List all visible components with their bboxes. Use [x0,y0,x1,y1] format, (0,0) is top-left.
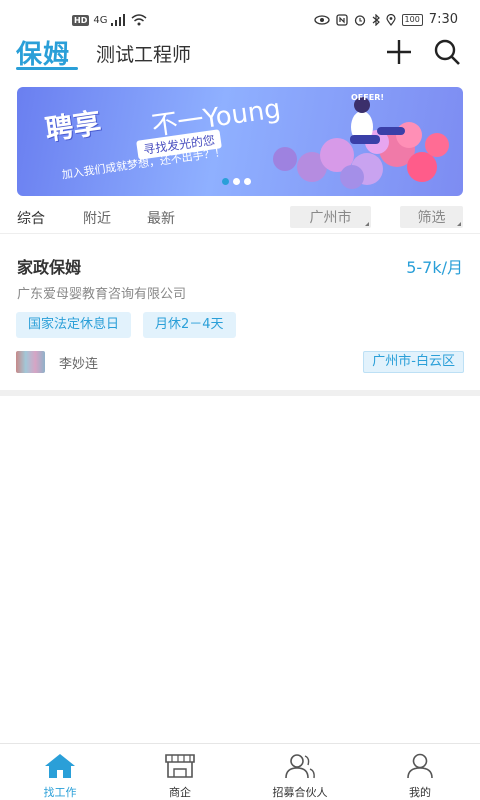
job-salary: 5-7k/月 [406,258,463,277]
home-icon [45,754,75,778]
eye-icon [313,14,330,25]
app-header: 保姆 测试工程师 [0,34,480,70]
job-tag: 国家法定休息日 [16,312,132,338]
page-title: 测试工程师 [96,44,192,66]
network-label: 4G [93,14,108,26]
location-badge: 广州市-白云区 [363,351,464,373]
logo-underline [16,67,78,70]
store-icon [165,754,195,778]
nfc-icon [335,13,348,26]
job-card[interactable]: 家政保姆 5-7k/月 广东爱母婴教育咨询有限公司 国家法定休息日 月休2－4天… [0,238,480,390]
status-right: 100 7:30 [313,12,458,27]
nav-label: 找工作 [43,786,77,799]
bluetooth-icon [372,13,380,26]
city-filter-label: 广州市 [309,210,352,226]
tab-latest[interactable]: 最新 [147,208,175,228]
city-filter-dropdown[interactable]: 广州市 [290,206,371,228]
dropdown-triangle-icon [457,222,461,226]
company-name: 广东爱母婴教育咨询有限公司 [17,287,187,302]
recruiter-name: 李妙连 [59,356,99,372]
add-button[interactable] [383,36,415,68]
nav-label: 我的 [409,786,431,799]
filter-bar: 综合 附近 最新 广州市 筛选 [0,204,480,234]
battery-icon: 100 [401,13,423,26]
carousel-dot-1[interactable] [222,178,229,185]
search-button[interactable] [431,36,463,68]
profile-icon [407,753,433,779]
nav-business[interactable]: 商企 [120,750,240,800]
dropdown-triangle-icon [365,222,369,226]
avatar [16,351,45,373]
banner-offer-badge: OFFER! [351,93,385,102]
status-time: 7:30 [428,12,458,27]
filter-button-label: 筛选 [417,210,446,226]
recruiter-info: 李妙连 [16,351,98,373]
carousel-dots [222,178,251,185]
promo-banner[interactable]: 聘享 不一Young 寻找发光的您 加入我们成就梦想，还不出手？！ OFFER! [17,87,463,196]
nav-label: 商企 [169,786,191,799]
nav-profile[interactable]: 我的 [360,750,480,800]
filter-button[interactable]: 筛选 [400,206,463,228]
nav-label: 招募合伙人 [272,786,328,799]
signal-icon [111,14,126,26]
hd-badge: HD [72,14,90,26]
job-title: 家政保姆 [17,258,82,277]
search-icon [434,39,460,65]
carousel-dot-3[interactable] [244,178,251,185]
wifi-icon [131,14,147,26]
nav-recruit-partners[interactable]: 招募合伙人 [240,750,360,800]
carousel-dot-2[interactable] [233,178,240,185]
plus-icon [387,40,411,64]
alarm-icon [354,14,365,26]
banner-headline: 聘享 [43,106,104,147]
section-divider [0,390,480,396]
job-tags: 国家法定休息日 月休2－4天 [16,312,236,338]
nav-find-job[interactable]: 找工作 [0,750,120,800]
bottom-nav: 找工作 商企 招募合伙人 我的 [0,743,480,800]
app-logo: 保姆 [16,40,71,70]
partners-icon [285,754,315,779]
location-icon [385,13,396,26]
tab-nearby[interactable]: 附近 [83,208,111,228]
job-tag: 月休2－4天 [143,312,236,338]
status-left: HD 4G [72,14,147,26]
tab-comprehensive[interactable]: 综合 [17,208,45,228]
